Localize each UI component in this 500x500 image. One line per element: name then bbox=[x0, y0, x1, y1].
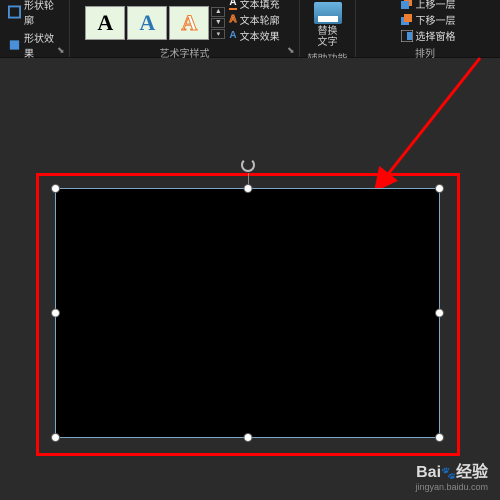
gallery-up[interactable]: ▲ bbox=[211, 7, 225, 17]
arrange-group: 上移一层 下移一层 选择窗格 排列 bbox=[356, 0, 500, 57]
resize-handle-bottom-right[interactable] bbox=[435, 433, 444, 442]
annotation-arrow bbox=[370, 53, 490, 193]
shape-effects-button[interactable]: 形状效果 bbox=[6, 29, 63, 61]
rotate-icon bbox=[241, 158, 255, 172]
text-effects-label: 文本效果 bbox=[240, 28, 280, 43]
selection-pane-icon bbox=[401, 30, 413, 42]
ribbon-toolbar: 形状轮廓 形状效果 ⬊ A A A ▲ ▼ ▾ bbox=[0, 0, 500, 58]
watermark-site: jingyan.baidu.com bbox=[415, 482, 488, 492]
resize-handle-middle-right[interactable] bbox=[435, 309, 444, 318]
text-outline-label: 文本轮廓 bbox=[240, 12, 280, 27]
resize-handle-top-center[interactable] bbox=[243, 184, 252, 193]
watermark-brand-prefix: Bai bbox=[416, 464, 441, 481]
text-fill-button[interactable]: A 文本填充 bbox=[229, 0, 279, 11]
resize-handle-top-left[interactable] bbox=[51, 184, 60, 193]
alt-text-label-1: 替换 bbox=[318, 26, 338, 37]
send-backward-icon bbox=[401, 14, 413, 26]
gallery-down[interactable]: ▼ bbox=[211, 18, 225, 28]
shape-outline-label: 形状轮廓 bbox=[24, 0, 61, 27]
shape-dialog-launcher[interactable]: ⬊ bbox=[57, 45, 67, 55]
text-effects-icon: A bbox=[229, 30, 236, 41]
bring-forward-label: 上移一层 bbox=[416, 0, 456, 11]
shape-outline-icon bbox=[8, 5, 21, 19]
wordart-style-2[interactable]: A bbox=[127, 6, 167, 40]
shape-effects-label: 形状效果 bbox=[24, 30, 61, 60]
watermark: Bai🐾经验 jingyan.baidu.com bbox=[415, 458, 488, 492]
selection-pane-button[interactable]: 选择窗格 bbox=[401, 28, 456, 43]
wordart-styles-group: A A A ▲ ▼ ▾ A 文本填充 A 文本轮廓 A bbox=[70, 0, 300, 57]
resize-handle-bottom-left[interactable] bbox=[51, 433, 60, 442]
shape-styles-group: 形状轮廓 形状效果 ⬊ bbox=[0, 0, 70, 57]
shape-outline-button[interactable]: 形状轮廓 bbox=[6, 0, 63, 28]
watermark-brand-suffix: 经验 bbox=[456, 464, 488, 481]
bring-forward-icon bbox=[401, 0, 413, 10]
alt-text-button[interactable]: 替换 文字 bbox=[308, 0, 348, 50]
alt-text-label-2: 文字 bbox=[318, 37, 338, 48]
resize-handle-bottom-center[interactable] bbox=[243, 433, 252, 442]
resize-handle-top-right[interactable] bbox=[435, 184, 444, 193]
bring-forward-button[interactable]: 上移一层 bbox=[401, 0, 456, 11]
watermark-paw-icon: 🐾 bbox=[441, 466, 456, 480]
slide-canvas[interactable]: Bai🐾经验 jingyan.baidu.com bbox=[0, 58, 500, 500]
alt-text-icon bbox=[314, 2, 342, 24]
send-backward-label: 下移一层 bbox=[416, 12, 456, 27]
gallery-more[interactable]: ▾ bbox=[211, 29, 225, 39]
selected-shape[interactable] bbox=[55, 188, 440, 438]
wordart-style-3[interactable]: A bbox=[169, 6, 209, 40]
shape-effects-icon bbox=[8, 38, 21, 52]
text-fill-icon: A bbox=[229, 0, 236, 10]
selection-pane-label: 选择窗格 bbox=[416, 28, 456, 43]
send-backward-button[interactable]: 下移一层 bbox=[401, 12, 456, 27]
text-outline-icon: A bbox=[229, 14, 236, 25]
rotate-handle[interactable] bbox=[241, 158, 255, 172]
wordart-gallery[interactable]: A A A bbox=[85, 6, 209, 40]
text-effects-button[interactable]: A 文本效果 bbox=[229, 28, 279, 43]
accessibility-group: 替换 文字 辅助功能 bbox=[300, 0, 356, 57]
text-fill-label: 文本填充 bbox=[240, 0, 280, 11]
text-outline-button[interactable]: A 文本轮廓 bbox=[229, 12, 279, 27]
resize-handle-middle-left[interactable] bbox=[51, 309, 60, 318]
wordart-dialog-launcher[interactable]: ⬊ bbox=[287, 45, 297, 55]
shape-rectangle[interactable] bbox=[55, 188, 440, 438]
wordart-style-1[interactable]: A bbox=[85, 6, 125, 40]
